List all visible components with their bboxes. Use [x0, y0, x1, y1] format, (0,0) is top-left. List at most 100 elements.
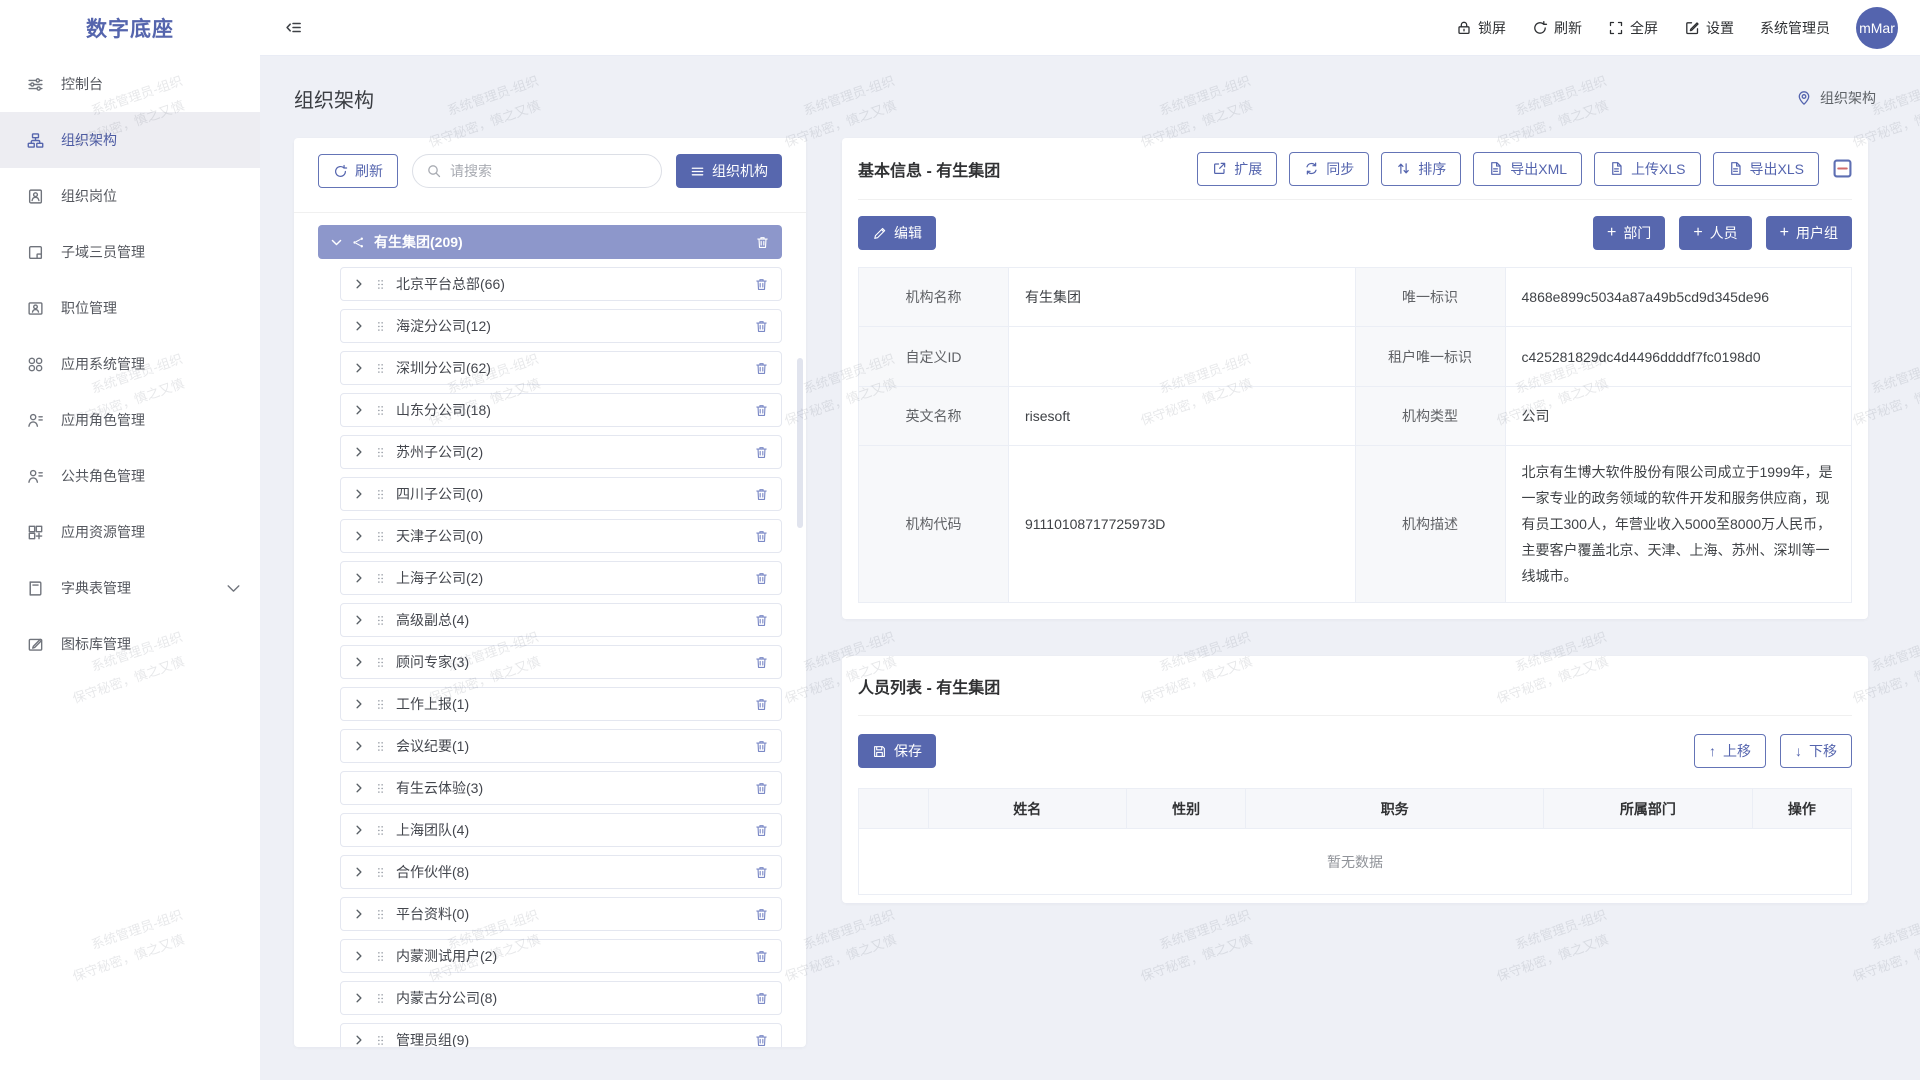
chevron-right-icon[interactable] [353, 992, 365, 1004]
sidebar-item-subdomain-admin[interactable]: 子域三员管理 [0, 224, 260, 280]
trash-icon[interactable] [754, 655, 769, 670]
drag-handle-icon[interactable] [374, 530, 387, 543]
tree-root-node[interactable]: 有生集团(209) [318, 225, 782, 259]
collapse-panel-icon[interactable] [1833, 159, 1852, 178]
trash-icon[interactable] [754, 445, 769, 460]
sidebar-item-icon-lib-mgmt[interactable]: 图标库管理 [0, 616, 260, 672]
org-type-button[interactable]: 组织机构 [676, 154, 782, 188]
trash-icon[interactable] [754, 571, 769, 586]
chevron-right-icon[interactable] [353, 446, 365, 458]
sidebar-item-app-resource-mgmt[interactable]: 应用资源管理 [0, 504, 260, 560]
drag-handle-icon[interactable] [374, 866, 387, 879]
tree-node[interactable]: 苏州子公司(2) [340, 435, 782, 469]
sidebar-item-console[interactable]: 控制台 [0, 56, 260, 112]
chevron-right-icon[interactable] [353, 1034, 365, 1046]
chevron-right-icon[interactable] [353, 404, 365, 416]
chevron-right-icon[interactable] [353, 656, 365, 668]
trash-icon[interactable] [754, 739, 769, 754]
sidebar-item-org-post[interactable]: 组织岗位 [0, 168, 260, 224]
trash-icon[interactable] [754, 319, 769, 334]
tree-node[interactable]: 上海团队(4) [340, 813, 782, 847]
drag-handle-icon[interactable] [374, 782, 387, 795]
sidebar-item-org-structure[interactable]: 组织架构 [0, 112, 260, 168]
sidebar-item-dict-mgmt[interactable]: 字典表管理 [0, 560, 260, 616]
trash-icon[interactable] [754, 403, 769, 418]
drag-handle-icon[interactable] [374, 572, 387, 585]
trash-icon[interactable] [755, 235, 770, 250]
tree-node[interactable]: 顾问专家(3) [340, 645, 782, 679]
avatar[interactable]: mMar [1856, 7, 1898, 49]
tree-node[interactable]: 平台资料(0) [340, 897, 782, 931]
tree-node[interactable]: 深圳分公司(62) [340, 351, 782, 385]
chevron-right-icon[interactable] [353, 782, 365, 794]
drag-handle-icon[interactable] [374, 488, 387, 501]
drag-handle-icon[interactable] [374, 1034, 387, 1047]
chevron-down-icon[interactable] [330, 236, 343, 249]
drag-handle-icon[interactable] [374, 950, 387, 963]
sync-button[interactable]: 同步 [1289, 152, 1369, 186]
chevron-right-icon[interactable] [353, 530, 365, 542]
chevron-right-icon[interactable] [353, 740, 365, 752]
chevron-right-icon[interactable] [353, 320, 365, 332]
trash-icon[interactable] [754, 1033, 769, 1048]
chevron-right-icon[interactable] [353, 614, 365, 626]
export-xls-button[interactable]: 导出XLS [1713, 152, 1819, 186]
export-xml-button[interactable]: 导出XML [1473, 152, 1582, 186]
edit-button[interactable]: 编辑 [858, 216, 936, 250]
chevron-right-icon[interactable] [353, 278, 365, 290]
chevron-right-icon[interactable] [353, 866, 365, 878]
trash-icon[interactable] [754, 361, 769, 376]
scrollbar-thumb[interactable] [797, 358, 803, 528]
menu-fold-icon[interactable] [284, 18, 303, 37]
drag-handle-icon[interactable] [374, 824, 387, 837]
trash-icon[interactable] [754, 697, 769, 712]
tree-node[interactable]: 四川子公司(0) [340, 477, 782, 511]
trash-icon[interactable] [754, 949, 769, 964]
tree-node[interactable]: 合作伙伴(8) [340, 855, 782, 889]
drag-handle-icon[interactable] [374, 698, 387, 711]
tree-node[interactable]: 管理员组(9) [340, 1023, 782, 1047]
trash-icon[interactable] [754, 907, 769, 922]
move-down-button[interactable]: ↓ 下移 [1780, 734, 1852, 768]
sidebar-item-public-role-mgmt[interactable]: 公共角色管理 [0, 448, 260, 504]
sort-button[interactable]: 排序 [1381, 152, 1461, 186]
chevron-right-icon[interactable] [353, 362, 365, 374]
sidebar-item-app-role-mgmt[interactable]: 应用角色管理 [0, 392, 260, 448]
chevron-right-icon[interactable] [353, 488, 365, 500]
chevron-right-icon[interactable] [353, 908, 365, 920]
tree-node[interactable]: 会议纪要(1) [340, 729, 782, 763]
trash-icon[interactable] [754, 781, 769, 796]
trash-icon[interactable] [754, 529, 769, 544]
upload-xls-button[interactable]: 上传XLS [1594, 152, 1700, 186]
drag-handle-icon[interactable] [374, 446, 387, 459]
tree-node[interactable]: 天津子公司(0) [340, 519, 782, 553]
drag-handle-icon[interactable] [374, 908, 387, 921]
add-department-button[interactable]: +部门 [1593, 216, 1665, 250]
topbar-lock-screen-button[interactable]: 锁屏 [1456, 18, 1506, 38]
topbar-fullscreen-button[interactable]: 全屏 [1608, 18, 1658, 38]
save-button[interactable]: 保存 [858, 734, 936, 768]
drag-handle-icon[interactable] [374, 362, 387, 375]
sidebar-item-position-mgmt[interactable]: 职位管理 [0, 280, 260, 336]
drag-handle-icon[interactable] [374, 404, 387, 417]
trash-icon[interactable] [754, 613, 769, 628]
tree-node[interactable]: 有生云体验(3) [340, 771, 782, 805]
tree-node[interactable]: 海淀分公司(12) [340, 309, 782, 343]
tree-node[interactable]: 山东分公司(18) [340, 393, 782, 427]
add-user-group-button[interactable]: +用户组 [1766, 216, 1852, 250]
search-input[interactable] [450, 163, 648, 179]
trash-icon[interactable] [754, 991, 769, 1006]
tree-node[interactable]: 上海子公司(2) [340, 561, 782, 595]
refresh-tree-button[interactable]: 刷新 [318, 154, 398, 188]
tree-node[interactable]: 工作上报(1) [340, 687, 782, 721]
tree-node[interactable]: 高级副总(4) [340, 603, 782, 637]
chevron-right-icon[interactable] [353, 824, 365, 836]
tree-node[interactable]: 北京平台总部(66) [340, 267, 782, 301]
topbar-settings-button[interactable]: 设置 [1684, 18, 1734, 38]
drag-handle-icon[interactable] [374, 656, 387, 669]
tree-node[interactable]: 内蒙古分公司(8) [340, 981, 782, 1015]
trash-icon[interactable] [754, 865, 769, 880]
drag-handle-icon[interactable] [374, 992, 387, 1005]
add-person-button[interactable]: +人员 [1679, 216, 1751, 250]
move-up-button[interactable]: ↑ 上移 [1694, 734, 1766, 768]
